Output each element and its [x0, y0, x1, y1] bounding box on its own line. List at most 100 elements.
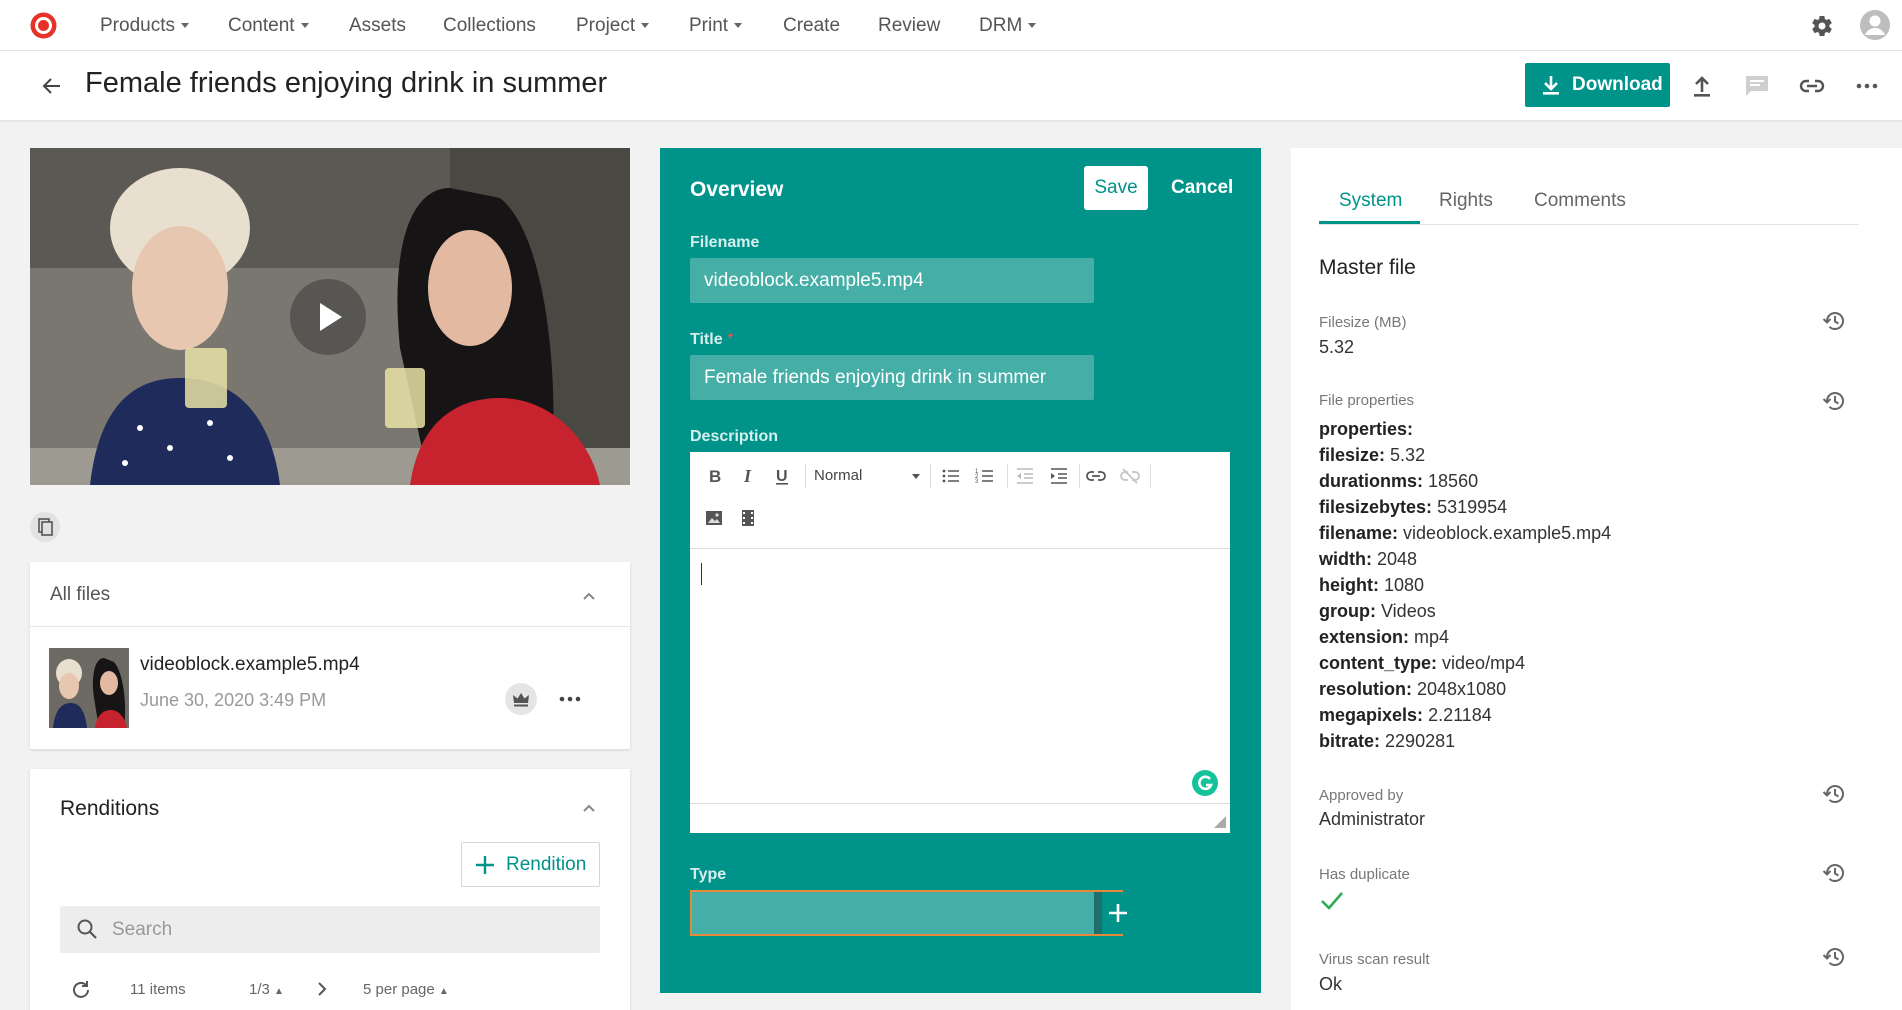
settings-gear-icon[interactable] [1810, 14, 1834, 38]
numbered-list-icon[interactable]: 123 [973, 464, 997, 488]
more-horizontal-icon[interactable] [1853, 72, 1881, 100]
add-rendition-label: Rendition [506, 854, 587, 875]
property-key: resolution: [1319, 679, 1412, 699]
property-value: 2048 [1377, 549, 1418, 569]
property-row: properties: [1319, 416, 1611, 442]
add-rendition-button[interactable]: Rendition [461, 842, 600, 887]
play-button[interactable] [290, 279, 366, 355]
nav-item-create[interactable]: Create [783, 0, 840, 51]
plus-icon [474, 854, 496, 876]
link-icon[interactable] [1798, 72, 1826, 100]
history-icon[interactable] [1822, 308, 1848, 334]
type-field[interactable] [690, 890, 1127, 936]
property-row: bitrate: 2290281 [1319, 728, 1611, 754]
per-page-label: 5 per page [363, 981, 435, 998]
tab-system[interactable]: System [1339, 190, 1402, 212]
property-row: filesize: 5.32 [1319, 442, 1611, 468]
nav-label: DRM [979, 15, 1023, 36]
comment-icon[interactable] [1743, 72, 1771, 100]
nav-item-assets[interactable]: Assets [349, 0, 406, 51]
video-embed-icon[interactable] [736, 506, 760, 530]
refresh-icon[interactable] [70, 979, 92, 1001]
copy-button[interactable] [30, 512, 60, 542]
description-editor[interactable]: B I U Normal 123 [690, 452, 1230, 833]
property-key: extension: [1319, 627, 1410, 647]
toolbar-separator [1150, 464, 1151, 488]
page-selector[interactable]: 1/3 ▲ [249, 981, 284, 998]
property-key: height: [1319, 575, 1379, 595]
history-icon[interactable] [1822, 388, 1848, 414]
svg-text:3: 3 [975, 479, 979, 485]
caret-down-icon [180, 23, 189, 29]
file-date: June 30, 2020 3:49 PM [140, 690, 327, 710]
property-row: filesizebytes: 5319954 [1319, 494, 1611, 520]
title-field[interactable] [690, 355, 1094, 400]
property-value: 2048x1080 [1417, 679, 1507, 699]
nav-label: Review [878, 15, 941, 36]
nav-item-content[interactable]: Content [228, 0, 309, 51]
next-page-icon[interactable] [313, 980, 331, 998]
nav-item-review[interactable]: Review [878, 0, 940, 51]
nav-item-print[interactable]: Print [689, 0, 743, 51]
text-cursor [701, 563, 702, 585]
file-name[interactable]: videoblock.example5.mp4 [140, 654, 360, 676]
tab-rights[interactable]: Rights [1439, 190, 1493, 212]
resize-handle-icon[interactable] [1214, 816, 1226, 828]
bullet-list-icon[interactable] [939, 464, 963, 488]
history-icon[interactable] [1822, 860, 1848, 886]
property-row: resolution: 2048x1080 [1319, 676, 1611, 702]
property-row: megapixels: 2.21184 [1319, 702, 1611, 728]
download-button[interactable]: Download [1525, 63, 1670, 107]
text-format-select[interactable]: Normal [814, 464, 924, 488]
caret-down-icon [734, 23, 743, 29]
image-icon[interactable] [702, 506, 726, 530]
user-avatar-icon[interactable] [1860, 10, 1890, 40]
toolbar-separator [805, 464, 806, 488]
nav-item-drm[interactable]: DRM [979, 0, 1037, 51]
outdent-icon[interactable] [1013, 464, 1037, 488]
toolbar-separator [1007, 464, 1008, 488]
italic-icon[interactable]: I [736, 464, 760, 488]
caret-down-icon [912, 474, 920, 479]
add-type-button[interactable] [1094, 892, 1127, 934]
tab-comments[interactable]: Comments [1534, 190, 1626, 212]
bold-icon[interactable]: B [702, 464, 726, 488]
history-icon[interactable] [1822, 781, 1848, 807]
active-tab-indicator [1319, 221, 1420, 224]
nav-item-collections[interactable]: Collections [443, 0, 536, 51]
filename-field[interactable] [690, 258, 1094, 303]
chevron-up-icon[interactable] [580, 799, 598, 817]
master-file-crown-button[interactable] [505, 683, 537, 715]
approved-by-value: Administrator [1319, 809, 1426, 829]
caret-down-icon [641, 23, 650, 29]
cancel-button[interactable]: Cancel [1171, 166, 1233, 210]
upload-icon[interactable] [1688, 72, 1716, 100]
nav-item-products[interactable]: Products [100, 0, 189, 51]
search-input[interactable] [112, 906, 582, 953]
link-icon[interactable] [1084, 464, 1108, 488]
property-value: 18560 [1428, 471, 1479, 491]
underline-icon[interactable]: U [770, 464, 794, 488]
indent-icon[interactable] [1047, 464, 1071, 488]
unlink-icon[interactable] [1118, 464, 1142, 488]
back-arrow-icon[interactable] [40, 74, 64, 98]
property-row: filename: videoblock.example5.mp4 [1319, 520, 1611, 546]
per-page-selector[interactable]: 5 per page ▲ [363, 981, 449, 998]
file-thumbnail[interactable] [49, 648, 129, 728]
nav-label: Project [576, 15, 636, 36]
nav-label: Assets [349, 15, 407, 36]
history-icon[interactable] [1822, 944, 1848, 970]
property-value: video/mp4 [1442, 653, 1526, 673]
chevron-up-icon[interactable] [580, 587, 598, 605]
grammarly-icon[interactable] [1192, 770, 1218, 796]
nav-item-project[interactable]: Project [576, 0, 650, 51]
save-button[interactable]: Save [1084, 166, 1148, 210]
logo-icon[interactable] [30, 12, 57, 39]
property-value: 2290281 [1385, 731, 1456, 751]
svg-text:U: U [776, 468, 788, 485]
description-label: Description [690, 428, 779, 445]
video-preview[interactable] [30, 148, 630, 485]
system-panel: System Rights Comments Master file Files… [1291, 148, 1902, 1010]
more-horizontal-icon[interactable] [556, 685, 584, 713]
editor-toolbar: B I U Normal 123 [690, 452, 1230, 549]
